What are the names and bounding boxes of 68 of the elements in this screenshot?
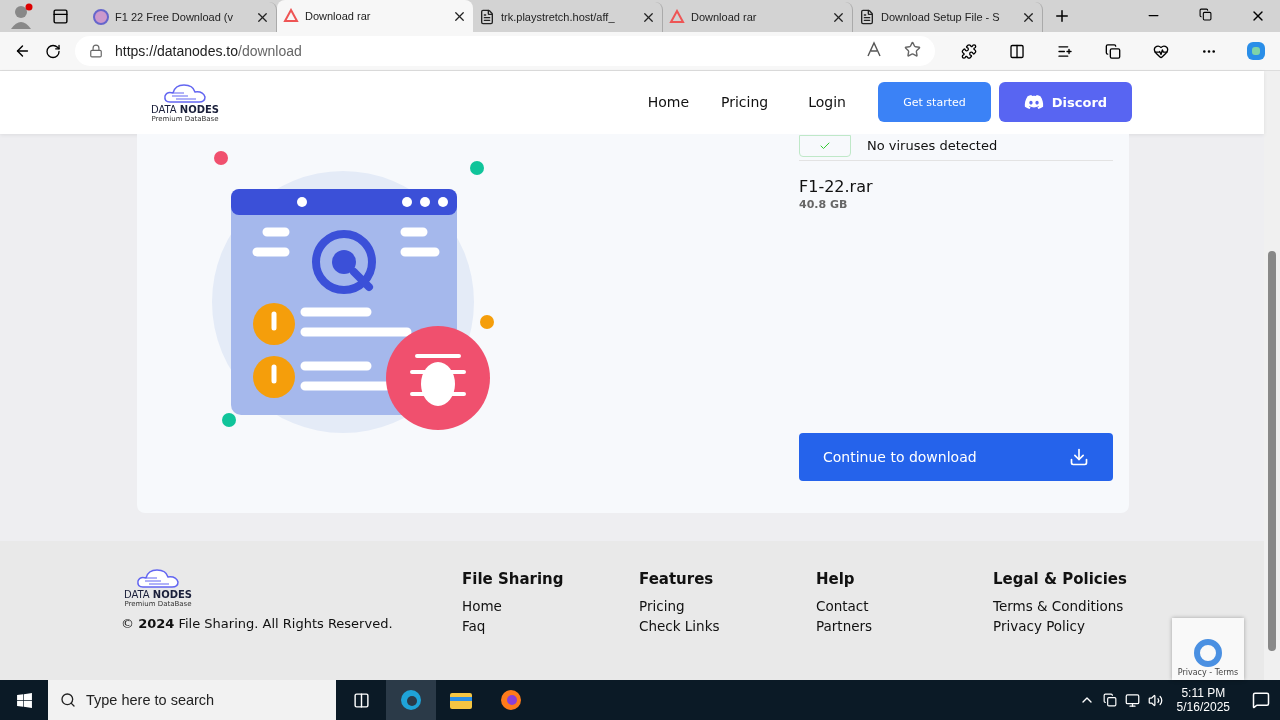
browser-taskbar-icon[interactable]: [386, 680, 436, 720]
copilot-icon[interactable]: [1245, 40, 1266, 62]
restore-icon[interactable]: [1199, 8, 1212, 21]
triangle-logo-icon: [283, 8, 299, 24]
split-screen-icon[interactable]: [1009, 42, 1026, 60]
network-icon[interactable]: [1124, 692, 1140, 708]
download-icon: [1069, 446, 1089, 467]
continue-download-button[interactable]: Continue to download: [799, 432, 1113, 481]
get-started-button[interactable]: Get started: [878, 82, 991, 123]
recaptcha-links[interactable]: Privacy - Terms: [1177, 668, 1239, 677]
favorite-icon[interactable]: [904, 41, 921, 58]
footer-heading: Legal & Policies: [993, 569, 1128, 588]
health-icon[interactable]: [1153, 42, 1170, 60]
search-placeholder: Type here to search: [86, 692, 215, 708]
extensions-icon[interactable]: [961, 42, 978, 60]
tab-title: Download Setup File - S: [881, 11, 1001, 23]
new-tab-icon[interactable]: [1053, 7, 1071, 25]
tab-title: F1 22 Free Download (v: [115, 11, 234, 23]
nav-link[interactable]: Login: [808, 94, 846, 111]
copyright-text: © 2024 File Sharing. All Rights Reserved.: [121, 615, 394, 631]
footer-link[interactable]: Home: [462, 595, 639, 616]
reload-icon[interactable]: [45, 42, 61, 60]
profile-icon[interactable]: [10, 3, 34, 29]
address-bar[interactable]: https://datanodes.to/download: [75, 36, 935, 66]
recaptcha-icon: [1193, 638, 1223, 668]
back-icon[interactable]: [14, 42, 31, 60]
footer-heading: File Sharing: [462, 569, 565, 588]
footer-link[interactable]: Pricing: [639, 595, 816, 616]
footer-link[interactable]: Faq: [462, 615, 639, 636]
lock-icon: [89, 44, 103, 58]
windows-icon: [15, 691, 33, 709]
recaptcha-badge[interactable]: Privacy - Terms: [1172, 618, 1244, 680]
file-name: F1-22.rar: [799, 176, 874, 196]
footer-link[interactable]: Privacy Policy: [993, 615, 1170, 636]
notifications-icon[interactable]: [1252, 691, 1270, 709]
footer-link[interactable]: Partners: [816, 615, 993, 636]
nav-link[interactable]: Pricing: [721, 94, 769, 111]
file-size: 40.8 GB: [799, 197, 849, 211]
logo-name: DATA NODES: [123, 588, 193, 600]
tray-app-icon[interactable]: [1102, 693, 1117, 707]
browser-tab[interactable]: Download rar: [277, 0, 473, 32]
footer-link[interactable]: Terms & Conditions: [993, 595, 1170, 616]
scrollbar-thumb[interactable]: [1268, 251, 1276, 651]
tab-actions-icon[interactable]: [52, 8, 69, 25]
footer-heading: Features: [639, 569, 715, 588]
logo-name: DATA NODES: [150, 103, 220, 115]
document-icon: [859, 9, 875, 25]
footer-heading: Help: [816, 569, 856, 588]
taskbar-search[interactable]: Type here to search: [48, 680, 336, 720]
site-favicon-icon: [93, 9, 109, 25]
cloud-logo-icon: [162, 81, 208, 104]
scan-status: No viruses detected: [867, 138, 998, 154]
search-icon: [60, 692, 76, 708]
footer-link[interactable]: Contact: [816, 595, 993, 616]
clock-time: 5:11 PM: [1181, 686, 1226, 700]
nav-link[interactable]: Home: [647, 94, 689, 111]
footer-link[interactable]: Check Links: [639, 615, 816, 636]
triangle-logo-icon: [669, 9, 685, 25]
tab-title: Download rar: [305, 10, 372, 22]
url-text: https://datanodes.to/download: [115, 43, 302, 59]
document-icon: [479, 9, 495, 25]
clock-date: 5/16/2025: [1176, 700, 1230, 714]
tab-title: Download rar: [691, 11, 758, 23]
discord-button[interactable]: Discord: [999, 82, 1132, 123]
volume-icon[interactable]: [1147, 692, 1163, 708]
collections-icon[interactable]: [1105, 42, 1122, 60]
cloud-logo-icon: [135, 566, 181, 589]
tab-title: trk.playstretch.host/aff_: [501, 11, 616, 23]
